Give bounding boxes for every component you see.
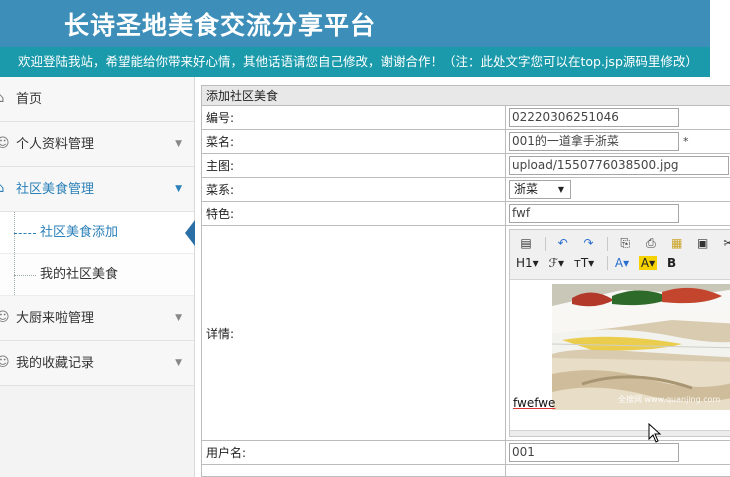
form-next-row bbox=[201, 464, 506, 477]
chevron-down-icon: ▼ bbox=[175, 184, 182, 194]
sidebar-item-label: 社区美食管理 bbox=[16, 182, 95, 197]
editor-content-area[interactable]: 全搜网 www.quanjing.com fwefwe bbox=[510, 280, 730, 430]
form-caption: 添加社区美食 bbox=[201, 85, 730, 106]
field-label-name: 菜名: bbox=[201, 129, 506, 154]
field-label-feature: 特色: bbox=[201, 201, 506, 226]
dish-photo: 全搜网 www.quanjing.com bbox=[552, 284, 730, 410]
image-path-input[interactable]: upload/1550776038500.jpg bbox=[509, 156, 729, 175]
editor-text: fwefwe bbox=[513, 396, 556, 410]
highlight-color-button[interactable]: A▾ bbox=[638, 255, 658, 270]
user-icon: ☺ bbox=[0, 136, 10, 151]
font-size-dropdown[interactable]: тT▾ bbox=[574, 256, 594, 270]
field-label-image: 主图: bbox=[201, 153, 506, 178]
template-icon[interactable]: ▦ bbox=[667, 234, 687, 253]
sidebar-subitem-add-food[interactable]: 社区美食添加 bbox=[0, 212, 195, 254]
redo-icon[interactable]: ↷ bbox=[578, 234, 598, 253]
id-input[interactable]: 02220306251046 bbox=[509, 108, 679, 127]
undo-icon[interactable]: ↶ bbox=[553, 234, 573, 253]
mouse-cursor-icon bbox=[648, 423, 662, 443]
preview-icon[interactable]: ⎘ bbox=[615, 234, 635, 253]
chevron-down-icon: ▼ bbox=[175, 313, 182, 323]
source-icon[interactable]: ▤ bbox=[516, 234, 536, 253]
sidebar-item-label: 个人资料管理 bbox=[16, 137, 95, 152]
field-label-username: 用户名: bbox=[201, 440, 506, 465]
chevron-down-icon: ▼ bbox=[175, 358, 182, 368]
sidebar: ⌂ 首页 ☺ 个人资料管理 ▼ ⌂ 社区美食管理 ▼ 社区美食添加 我的社区美食… bbox=[0, 77, 195, 477]
active-indicator bbox=[185, 220, 195, 246]
tree-connector bbox=[14, 275, 36, 276]
field-label-cuisine: 菜系: bbox=[201, 177, 506, 202]
sidebar-item-label: 我的收藏记录 bbox=[16, 356, 95, 371]
chevron-down-icon: ▼ bbox=[175, 139, 182, 149]
welcome-marquee: 欢迎登陆我站，希望能给你带来好心情，其他话语请您自己修改，谢谢合作！（注：此处文… bbox=[0, 47, 710, 77]
font-family-dropdown[interactable]: ℱ▾ bbox=[549, 256, 564, 270]
sidebar-item-food-manage[interactable]: ⌂ 社区美食管理 ▼ bbox=[0, 167, 194, 212]
username-input[interactable]: 001 bbox=[509, 443, 679, 462]
sidebar-item-profile[interactable]: ☺ 个人资料管理 ▼ bbox=[0, 122, 194, 167]
home-icon: ⌂ bbox=[0, 91, 5, 106]
cuisine-select-value: 浙菜 bbox=[514, 182, 539, 196]
sidebar-item-favorites[interactable]: ☺ 我的收藏记录 ▼ bbox=[0, 341, 194, 386]
bold-button[interactable]: B bbox=[667, 256, 676, 270]
code-icon[interactable]: ▣ bbox=[693, 234, 713, 253]
sidebar-item-label: 首页 bbox=[16, 92, 43, 107]
cut-icon[interactable]: ✂ bbox=[718, 234, 730, 253]
main-content: 添加社区美食 编号: 02220306251046 菜名: 001的一道拿手浙菜… bbox=[201, 85, 730, 477]
dish-name-input[interactable]: 001的一道拿手浙菜 bbox=[509, 132, 679, 151]
field-label-detail: 详情: bbox=[201, 225, 506, 441]
feature-input[interactable]: fwf bbox=[509, 204, 679, 223]
editor-toolbar: ▤ ↶ ↷ ⎘ ⎙ ▦ ▣ ✂ H1▾ ℱ▾ тT▾ A▾ A▾ B bbox=[510, 230, 730, 280]
sidebar-item-home[interactable]: ⌂ 首页 bbox=[0, 77, 194, 122]
user-icon: ☺ bbox=[0, 355, 10, 370]
editor-statusbar bbox=[510, 430, 730, 436]
sidebar-subitem-label: 我的社区美食 bbox=[40, 267, 119, 282]
add-food-form: 添加社区美食 编号: 02220306251046 菜名: 001的一道拿手浙菜… bbox=[201, 85, 730, 477]
rich-text-editor[interactable]: ▤ ↶ ↷ ⎘ ⎙ ▦ ▣ ✂ H1▾ ℱ▾ тT▾ A▾ A▾ B 全搜网 w… bbox=[509, 229, 730, 437]
toolbar-divider bbox=[607, 236, 609, 251]
heading-dropdown[interactable]: H1▾ bbox=[516, 256, 539, 270]
print-icon[interactable]: ⎙ bbox=[641, 234, 661, 253]
field-label-id: 编号: bbox=[201, 105, 506, 130]
font-color-button[interactable]: A▾ bbox=[615, 256, 629, 270]
user-icon: ☺ bbox=[0, 310, 10, 325]
photo-watermark: 全搜网 www.quanjing.com bbox=[618, 394, 721, 404]
home-icon: ⌂ bbox=[0, 181, 5, 196]
required-mark: * bbox=[683, 135, 689, 148]
toolbar-divider bbox=[607, 255, 609, 270]
site-header: 长诗圣地美食交流分享平台 bbox=[0, 0, 710, 47]
tree-connector bbox=[14, 233, 36, 234]
toolbar-divider bbox=[544, 236, 546, 251]
sidebar-subitem-label: 社区美食添加 bbox=[40, 225, 119, 240]
chevron-down-icon: ▼ bbox=[557, 185, 564, 194]
sidebar-subitem-my-food[interactable]: 我的社区美食 bbox=[0, 254, 194, 296]
cuisine-select[interactable]: 浙菜 ▼ bbox=[509, 180, 571, 199]
sidebar-item-label: 大厨来啦管理 bbox=[16, 311, 95, 326]
site-title: 长诗圣地美食交流分享平台 bbox=[64, 11, 377, 40]
sidebar-item-chef[interactable]: ☺ 大厨来啦管理 ▼ bbox=[0, 296, 194, 341]
